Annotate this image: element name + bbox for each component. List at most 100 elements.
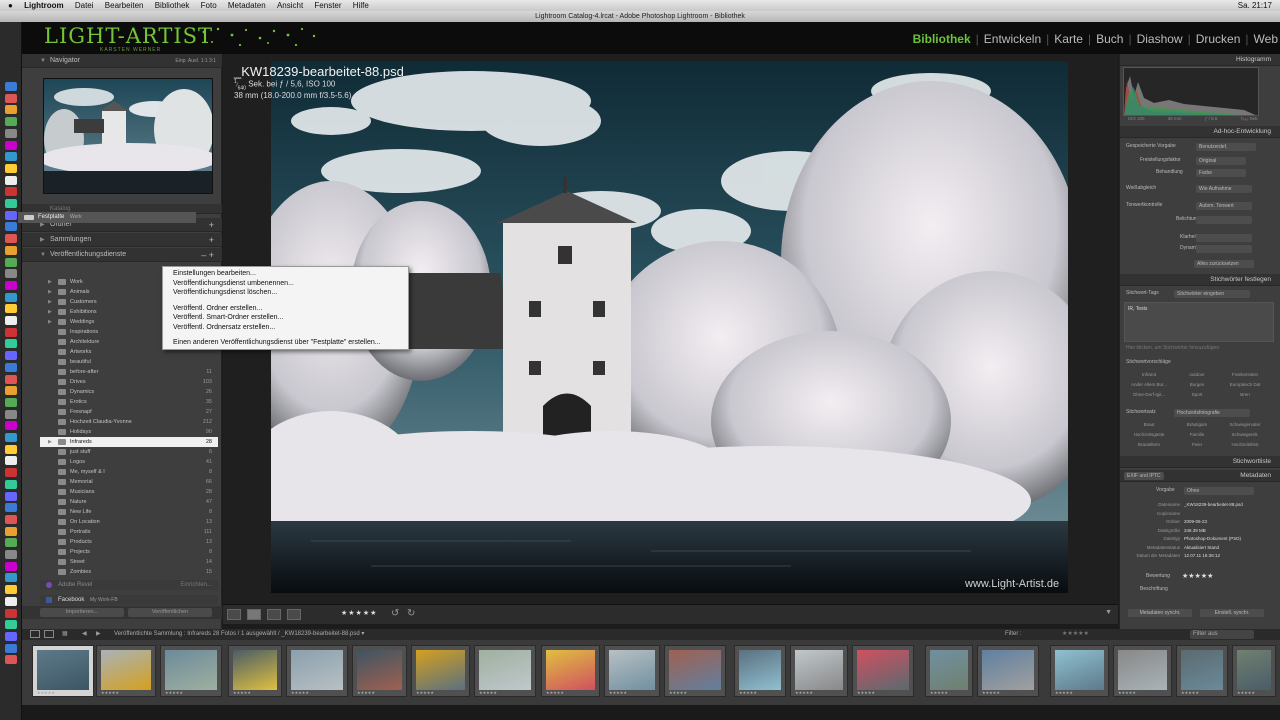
menu-fenster[interactable]: Fenster — [314, 0, 341, 11]
filmstrip-thumbnail[interactable]: ★★★★★ — [352, 645, 407, 697]
collection-item[interactable]: Dynamics 26 — [40, 387, 218, 397]
collection-item[interactable]: just stuff 6 — [40, 447, 218, 457]
collection-item[interactable]: Zombies 15 — [40, 567, 218, 577]
collection-item[interactable]: Projects 8 — [40, 547, 218, 557]
collection-item[interactable]: Holidays 90 — [40, 427, 218, 437]
quick-develop-header[interactable]: Ad-hoc-Entwicklung — [1120, 126, 1280, 138]
add-collection-icon[interactable]: + — [209, 233, 214, 247]
metadata-value[interactable]: _KW18239-bearbeitet-88.psd — [1184, 502, 1276, 507]
sync-metadata-button[interactable]: Metadaten synchr. — [1128, 609, 1192, 617]
filmstrip-thumbnail[interactable]: ★★★★★ — [32, 645, 94, 697]
dock-app-icon[interactable] — [5, 526, 17, 536]
dock-app-icon[interactable] — [5, 128, 17, 138]
metadata-value[interactable]: Aktualisiert Stand — [1184, 545, 1276, 550]
auto-tone-button[interactable]: Autom. Tonwert — [1196, 202, 1252, 210]
dock-app-icon[interactable] — [5, 503, 17, 513]
sync-settings-button[interactable]: Einstell. synchr. — [1200, 609, 1264, 617]
dock-app-icon[interactable] — [5, 234, 17, 244]
add-folder-icon[interactable]: + — [209, 218, 214, 232]
menu-bibliothek[interactable]: Bibliothek — [155, 0, 190, 11]
keyword-textarea[interactable]: IR, Tests — [1124, 302, 1274, 342]
filmstrip-thumbnail[interactable]: ★★★★★ — [664, 645, 726, 697]
dock-app-icon[interactable] — [5, 82, 17, 91]
keyword-suggestion[interactable]: Burgen — [1174, 382, 1220, 387]
dock-app-icon[interactable] — [5, 292, 17, 302]
filmstrip-thumbnail[interactable]: ★★★★★ — [925, 645, 973, 697]
keyword-suggestion[interactable]: Ohne-Dorf-Igit... — [1126, 392, 1172, 397]
vibrance-stepper[interactable] — [1196, 245, 1252, 253]
treatment-select[interactable]: Farbe — [1196, 169, 1246, 177]
context-menu-item[interactable]: Veröffentl. Ordnersatz erstellen... — [173, 324, 275, 331]
module-bibliothek[interactable]: Bibliothek — [913, 32, 971, 46]
menu-metadaten[interactable]: Metadaten — [228, 0, 266, 11]
collection-item[interactable]: ▶ Infrareds 28 — [40, 437, 218, 447]
dock-app-icon[interactable] — [5, 339, 17, 349]
filter-select[interactable]: Filter aus — [1190, 630, 1254, 639]
dock-app-icon[interactable] — [5, 245, 17, 255]
menu-app[interactable]: Lightroom — [24, 0, 64, 11]
dock-app-icon[interactable] — [5, 117, 17, 127]
dock-app-icon[interactable] — [5, 608, 17, 618]
filmstrip-page-1[interactable] — [30, 630, 40, 638]
dock-app-icon[interactable] — [5, 105, 17, 115]
metadata-value[interactable]: Photoshop-Dokument (PSD) — [1184, 536, 1276, 541]
survey-view-icon[interactable] — [287, 609, 301, 620]
back-icon[interactable]: ◀ — [82, 629, 87, 640]
context-menu-item[interactable]: Veröffentlichungsdienst löschen... — [173, 289, 277, 296]
dock-app-icon[interactable] — [5, 655, 17, 665]
filmstrip-thumbnail[interactable]: ★★★★★ — [228, 645, 282, 697]
context-menu-item[interactable]: Einstellungen bearbeiten... — [173, 270, 256, 277]
keyword-set-item[interactable]: Schwiegervater — [1222, 422, 1268, 427]
histogram[interactable] — [1123, 67, 1259, 116]
expand-icon[interactable]: ▶ — [48, 307, 52, 317]
filmstrip-page-2[interactable] — [44, 630, 54, 638]
filmstrip-thumbnail[interactable]: ★★★★★ — [96, 645, 156, 697]
keyword-set-select[interactable]: Hochzeitsfotografie — [1174, 409, 1250, 417]
collection-item[interactable]: Nature 47 — [40, 497, 218, 507]
filmstrip-thumbnail[interactable]: ★★★★★ — [604, 645, 660, 697]
dock-app-icon[interactable] — [5, 152, 17, 162]
dock-app-icon[interactable] — [5, 362, 17, 372]
dock-app-icon[interactable] — [5, 538, 17, 548]
rotate-left-icon[interactable]: ↺ — [391, 608, 399, 619]
keyword-set-item[interactable]: Feier — [1174, 442, 1220, 447]
collection-item[interactable]: Erotics 35 — [40, 397, 218, 407]
dock-app-icon[interactable] — [5, 444, 17, 454]
grid-view-icon[interactable] — [227, 609, 241, 620]
collection-item[interactable]: Portraits 111 — [40, 527, 218, 537]
navigator-header[interactable]: ▼ Navigator Einp. Ausf. 1:1 3:1 — [22, 54, 222, 68]
filmstrip-thumbnail[interactable]: ★★★★★ — [790, 645, 848, 697]
dock-app-icon[interactable] — [5, 327, 17, 337]
clarity-stepper[interactable] — [1196, 234, 1252, 242]
menu-foto[interactable]: Foto — [201, 0, 217, 11]
dock-app-icon[interactable] — [5, 280, 17, 290]
dock-app-icon[interactable] — [5, 409, 17, 419]
menu-bearbeiten[interactable]: Bearbeiten — [105, 0, 144, 11]
dock-app-icon[interactable] — [5, 316, 17, 325]
clock[interactable]: Sa. 21:17 — [1238, 0, 1272, 11]
navigator-zoom-options[interactable]: Einp. Ausf. 1:1 3:1 — [175, 54, 216, 68]
keyword-suggestion[interactable]: outdoor — [1174, 372, 1220, 377]
grid-icon[interactable]: ▦ — [62, 629, 68, 640]
keyword-suggestion[interactable]: Europäisch Dat — [1222, 382, 1268, 387]
dock-app-icon[interactable] — [5, 479, 17, 489]
context-menu-item[interactable]: Einen anderen Veröffentlichungsdienst üb… — [173, 339, 381, 346]
rating-stars[interactable]: ★★★★★ — [341, 609, 377, 617]
module-drucken[interactable]: Drucken — [1196, 32, 1241, 46]
dock-app-icon[interactable] — [5, 631, 17, 641]
adobe-revel-service[interactable]: Adobe Revel Einrichten... — [40, 580, 218, 590]
keyword-suggestion[interactable]: Bren — [1222, 392, 1268, 397]
module-entwickeln[interactable]: Entwickeln — [984, 32, 1041, 46]
metadata-preset-select[interactable]: Ohne — [1184, 487, 1254, 495]
collection-item[interactable]: Musicians 28 — [40, 487, 218, 497]
dock-app-icon[interactable] — [5, 433, 17, 442]
publish-button[interactable]: Veröffentlichen — [128, 608, 212, 617]
add-publish-service-icon[interactable]: – + — [201, 248, 214, 262]
dock-app-icon[interactable] — [5, 456, 17, 466]
dock-app-icon[interactable] — [5, 175, 17, 185]
collection-item[interactable]: Hochzeit Claudia-Yvonne 212 — [40, 417, 218, 427]
expand-icon[interactable]: ▶ — [48, 287, 52, 297]
filmstrip-thumbnail[interactable]: ★★★★★ — [852, 645, 914, 697]
keyword-set-item[interactable]: Bräutigam — [1174, 422, 1220, 427]
keyword-set-item[interactable]: Brauteltern — [1126, 442, 1172, 447]
